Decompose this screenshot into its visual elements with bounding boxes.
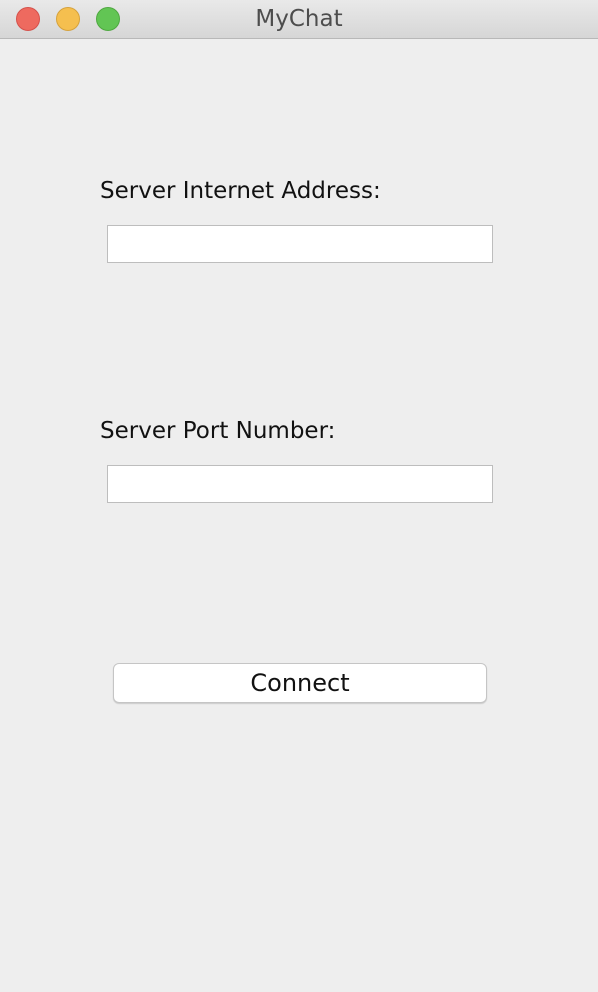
title-bar[interactable]: MyChat bbox=[0, 0, 598, 39]
server-port-label: Server Port Number: bbox=[100, 418, 336, 444]
server-address-input[interactable] bbox=[107, 225, 493, 263]
server-port-input[interactable] bbox=[107, 465, 493, 503]
app-window: MyChat Server Internet Address: Server P… bbox=[0, 0, 598, 992]
connect-button[interactable]: Connect bbox=[113, 663, 487, 703]
server-address-label: Server Internet Address: bbox=[100, 178, 381, 204]
window-title: MyChat bbox=[255, 6, 343, 32]
